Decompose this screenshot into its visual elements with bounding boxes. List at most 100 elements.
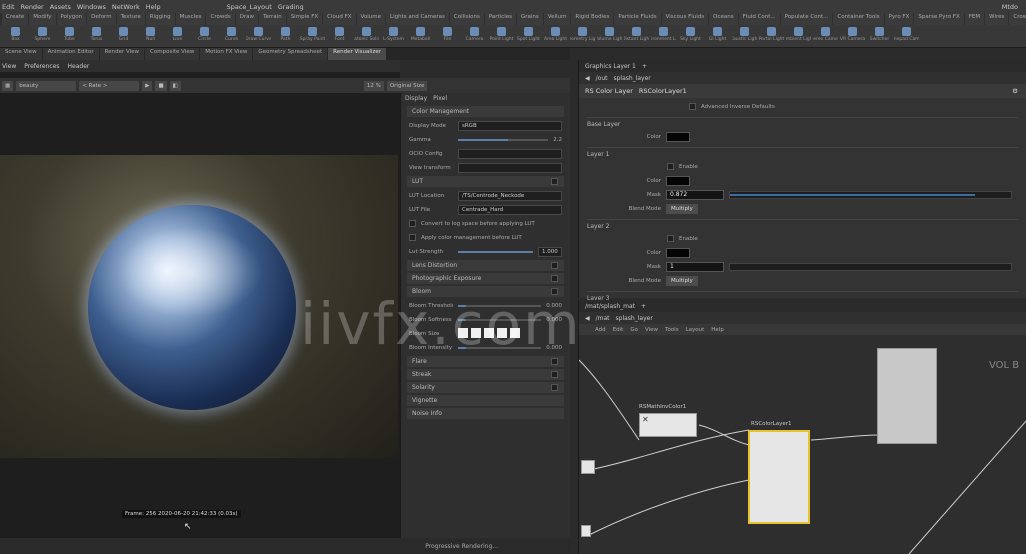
viewer-pane-tab-1[interactable]: Animation Editor [42,48,99,60]
shelf-tab-8[interactable]: Draw [235,13,259,25]
shelf-tab-3[interactable]: Deform [87,13,116,25]
layer1-mask-field[interactable]: 0.872 [666,189,724,200]
lut-enable-checkbox[interactable] [551,178,558,185]
shelf-tab-2[interactable]: Polygon [56,13,87,25]
lut-strength-slider[interactable] [458,250,533,253]
shelf-tool-32[interactable]: Switcher [867,25,892,47]
play-icon[interactable]: ▶ [142,80,153,91]
shelf-tab-21[interactable]: Oceans [709,13,738,25]
shelf-tab-12[interactable]: Volume [356,13,386,25]
menu-assets[interactable]: Assets [50,3,71,11]
layer2-mask-slider[interactable] [729,262,1012,271]
shelf-tool-27[interactable]: Caustic Light [732,25,757,47]
viewer-pane-tab-3[interactable]: Composite View [145,48,200,60]
output-node[interactable] [877,348,937,444]
shelf-tool-22[interactable]: Volume Light [597,25,622,47]
input-node-2[interactable] [581,525,591,537]
grading-tab[interactable]: Grading [278,3,304,11]
node-name-field[interactable]: RSColorLayer1 [639,87,687,95]
layer2-color-swatch[interactable] [666,247,690,258]
tab-pixel[interactable]: Pixel [433,95,447,102]
shelf-tab-24[interactable]: Container Tools [833,13,884,25]
shelf-tab-10[interactable]: Simple FX [286,13,323,25]
shelf-tool-19[interactable]: Spot Light [516,25,541,47]
stop-icon[interactable]: ■ [155,80,167,91]
shelf-tool-9[interactable]: Draw Curve [246,25,271,47]
shelf-tab-14[interactable]: Collisions [449,13,484,25]
shelf-tool-4[interactable]: Grid [111,25,136,47]
layer1-enable-checkbox[interactable] [667,163,674,170]
path-splash-layer[interactable]: splash_layer [613,75,650,82]
section-lut[interactable]: LUT [407,176,564,187]
shelf-tab-1[interactable]: Modify [29,13,56,25]
bloom-threshold-slider[interactable] [458,304,542,307]
shelf-tab-9[interactable]: Terrain [259,13,286,25]
shelf-tool-8[interactable]: Curve [219,25,244,47]
desktop-selector[interactable]: Space_Layout [227,3,272,11]
section-color-management[interactable]: Color Management [407,106,564,117]
shelf-tool-33[interactable]: Gamepad Camera [894,25,919,47]
lut-file-dropdown[interactable]: Centrade_Hard [458,204,562,215]
shelf-tool-25[interactable]: Sky Light [678,25,703,47]
shelf-tool-31[interactable]: VR Camera [840,25,865,47]
viewer-pane-tab-5[interactable]: Geometry Spreadsheet [253,48,328,60]
shelf-tool-28[interactable]: Portal Light [759,25,784,47]
bloom-size-swatches[interactable] [458,327,523,340]
shelf-tool-0[interactable]: Box [3,25,28,47]
layer1-blend-dropdown[interactable]: Multiply [666,203,698,214]
viewer-pane-tab-6[interactable]: Render Visualizer [328,48,386,60]
viewer-pane-tab-2[interactable]: Render View [99,48,145,60]
shelf-tab-0[interactable]: Create [2,13,29,25]
menu-render[interactable]: Render [21,3,44,11]
section-solarity[interactable]: Solarity [407,382,564,393]
shelf-tab-28[interactable]: Wires [985,13,1009,25]
shelf-tool-16[interactable]: File [435,25,460,47]
base-color-swatch[interactable] [666,131,690,142]
rs-color-layer-node[interactable] [748,430,810,524]
shelf-tool-29[interactable]: Ambient Light [786,25,811,47]
shelf-tool-24[interactable]: Environment Light [651,25,676,47]
shelf-tab-20[interactable]: Viscous Fluids [661,13,709,25]
shelf-tab-19[interactable]: Particle Fluids [614,13,661,25]
apply-cm-checkbox[interactable] [409,234,416,241]
shelf-tab-13[interactable]: Lights and Cameras [386,13,449,25]
advanced-checkbox[interactable] [689,103,696,110]
lut-location-field[interactable]: /TS/Centrode_Neckode [458,190,562,201]
shelf-tab-11[interactable]: Cloud FX [323,13,356,25]
shelf-tool-1[interactable]: Sphere [30,25,55,47]
gear-icon[interactable]: ⚙ [1012,87,1018,95]
menu-windows[interactable]: Windows [77,3,106,11]
shelf-tab-18[interactable]: Rigid Bodies [571,13,614,25]
shelf-tab-16[interactable]: Grains [517,13,543,25]
shelf-tab-4[interactable]: Texture [116,13,145,25]
viewer-menu-header[interactable]: Header [68,63,90,70]
shelf-tab-29[interactable]: Crowds [1009,13,1026,25]
shelf-tool-10[interactable]: Path [273,25,298,47]
grid-icon[interactable]: ▦ [2,80,14,91]
shelf-tool-13[interactable]: Platonic Solids [354,25,379,47]
shelf-tool-23[interactable]: Distant Light [624,25,649,47]
shelf-tab-17[interactable]: Vellum [543,13,571,25]
shelf-tab-7[interactable]: Crowds [206,13,235,25]
shelf-tool-20[interactable]: Area Light [543,25,568,47]
view-transform-field[interactable] [458,162,562,173]
shelf-tab-26[interactable]: Sparse Pyro FX [914,13,964,25]
aov-dropdown[interactable]: beauty [16,80,77,91]
bloom-softness-slider[interactable] [458,318,542,321]
shelf-tab-5[interactable]: Rigging [145,13,175,25]
viewer-pane-tab-0[interactable]: Scene View [0,48,42,60]
section-photographic-exposure[interactable]: Photographic Exposure [407,273,564,284]
shelf-tool-17[interactable]: Camera [462,25,487,47]
log-space-checkbox[interactable] [409,220,416,227]
shelf-tab-15[interactable]: Particles [484,13,516,25]
shelf-tool-11[interactable]: Spray Paint [300,25,325,47]
layer1-mask-slider[interactable] [729,190,1012,199]
rate-dropdown[interactable]: < Rate > [79,80,140,91]
shelf-tab-25[interactable]: Pyro FX [884,13,914,25]
shelf-tool-30[interactable]: Stereo Camera [813,25,838,47]
shelf-tool-18[interactable]: Point Light [489,25,514,47]
rs-math-inv-node[interactable]: ✕ [639,413,697,437]
shelf-tab-6[interactable]: Muscles [175,13,206,25]
section-streak[interactable]: Streak [407,369,564,380]
input-node-1[interactable] [581,460,595,474]
